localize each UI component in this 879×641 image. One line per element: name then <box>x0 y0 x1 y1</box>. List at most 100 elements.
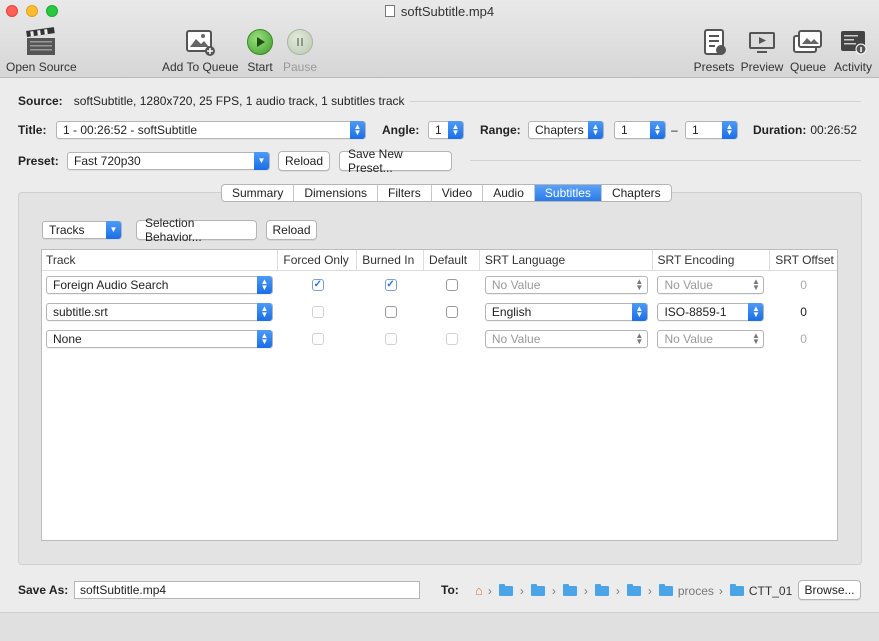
track-popup[interactable]: subtitle.srt ▲ ▼ <box>46 302 273 321</box>
updown-arrows-icon: ▲ ▼ <box>751 330 760 346</box>
updown-arrows-icon: ▲ ▼ <box>257 302 272 321</box>
save-as-label: Save As: <box>18 583 69 597</box>
srt-language-popup[interactable]: English ▲ ▼ <box>484 302 648 321</box>
save-as-field[interactable]: softSubtitle.mp4 <box>74 581 420 599</box>
preview-button[interactable]: Preview <box>740 26 784 74</box>
srt-language-popup[interactable]: No Value ▲ ▼ <box>484 275 648 294</box>
column-header-srt-offset[interactable]: SRT Offset <box>770 250 837 270</box>
table-row[interactable]: subtitle.srt ▲ ▼ English ▲ ▼ ISO-8859-1 ▲ ▼ 0 <box>42 298 837 325</box>
forced-only-checkbox[interactable] <box>311 332 324 345</box>
burned-in-checkbox[interactable]: ✓ <box>384 278 397 291</box>
browse-button[interactable]: Browse... <box>798 580 861 600</box>
column-header-forced-only[interactable]: Forced Only <box>278 250 358 270</box>
angle-label: Angle: <box>382 123 420 137</box>
preset-popup[interactable]: Fast 720p30 ▼ <box>67 152 270 170</box>
burned-in-checkbox[interactable] <box>384 332 397 345</box>
srt-encoding-popup[interactable]: No Value ▲ ▼ <box>657 275 765 294</box>
default-checkbox[interactable] <box>445 332 458 345</box>
source-label: Source: <box>18 94 63 108</box>
queue-icon <box>789 26 827 58</box>
chevron-right-icon: › <box>615 583 620 598</box>
activity-icon <box>831 26 875 58</box>
srt-language-popup[interactable]: No Value ▲ ▼ <box>484 329 648 348</box>
presets-icon <box>693 26 735 58</box>
path-last-label: CTT_01 <box>748 583 793 598</box>
table-row[interactable]: None ▲ ▼ No Value ▲ ▼ No Value ▲ ▼ 0 <box>42 325 837 352</box>
srt-offset-field[interactable]: 0 <box>770 271 837 298</box>
updown-arrows-icon: ▲ ▼ <box>748 302 764 321</box>
chevron-right-icon: › <box>519 583 524 598</box>
updown-arrows-icon: ▲ ▼ <box>722 121 737 139</box>
srt-encoding-popup[interactable]: No Value ▲ ▼ <box>657 329 765 348</box>
column-header-srt-language[interactable]: SRT Language <box>480 250 654 270</box>
folder-icon <box>626 583 641 596</box>
tracks-popup[interactable]: Tracks ▼ <box>42 221 122 239</box>
burned-in-checkbox[interactable] <box>384 305 397 318</box>
chevron-down-icon: ▼ <box>106 221 121 239</box>
duration-label: Duration: <box>753 123 807 137</box>
column-header-default[interactable]: Default <box>424 250 480 270</box>
tab-dimensions[interactable]: Dimensions <box>294 185 379 201</box>
srt-offset-field[interactable]: 0 <box>770 298 837 325</box>
forced-only-checkbox[interactable] <box>311 305 324 318</box>
folder-icon <box>498 583 513 596</box>
updown-arrows-icon: ▲ ▼ <box>350 121 365 139</box>
range-dash: – <box>671 123 678 137</box>
tab-subtitles[interactable]: Subtitles <box>534 185 602 201</box>
activity-button[interactable]: Activity <box>831 26 875 74</box>
subtitles-reload-button[interactable]: Reload <box>266 220 317 240</box>
track-popup[interactable]: Foreign Audio Search ▲ ▼ <box>46 275 273 294</box>
preset-reload-button[interactable]: Reload <box>278 151 330 171</box>
add-to-queue-button[interactable]: Add To Queue <box>162 26 239 74</box>
home-icon: ⌂ <box>475 583 483 598</box>
folder-icon <box>594 583 609 596</box>
default-checkbox[interactable] <box>445 278 458 291</box>
add-to-queue-icon <box>162 26 238 58</box>
range-to-popup[interactable]: 1 ▲ ▼ <box>685 121 738 139</box>
selection-behavior-button[interactable]: Selection Behavior... <box>136 216 257 244</box>
tab-filters[interactable]: Filters <box>378 185 432 201</box>
source-info: softSubtitle, 1280x720, 25 FPS, 1 audio … <box>73 94 405 108</box>
angle-popup[interactable]: 1 ▲ ▼ <box>428 121 464 139</box>
updown-arrows-icon: ▲ ▼ <box>631 302 647 321</box>
forced-only-checkbox[interactable]: ✓ <box>311 278 324 291</box>
folder-icon <box>562 583 577 596</box>
title-popup[interactable]: 1 - 00:26:52 - softSubtitle ▲ ▼ <box>56 121 366 139</box>
pause-button[interactable]: Pause <box>283 26 317 74</box>
srt-encoding-popup[interactable]: ISO-8859-1 ▲ ▼ <box>657 302 765 321</box>
open-source-button[interactable]: Open Source <box>6 26 77 74</box>
queue-button[interactable]: Queue <box>789 26 827 74</box>
presets-button[interactable]: Presets <box>693 26 735 74</box>
tab-video[interactable]: Video <box>432 185 484 201</box>
save-new-preset-button[interactable]: Save New Preset... <box>339 147 452 175</box>
separator <box>470 160 861 161</box>
column-header-track[interactable]: Track <box>42 250 279 270</box>
default-checkbox[interactable] <box>445 305 458 318</box>
srt-offset-field[interactable]: 0 <box>770 325 837 352</box>
title-label: Title: <box>18 123 47 137</box>
title-bar: softSubtitle.mp4 Open Source Add To Queu… <box>0 0 879 78</box>
folder-icon <box>729 583 744 596</box>
window-title: softSubtitle.mp4 <box>0 4 879 19</box>
tab-audio[interactable]: Audio <box>483 185 535 201</box>
separator <box>410 101 861 102</box>
tab-summary[interactable]: Summary <box>222 185 295 201</box>
start-button[interactable]: Start <box>243 26 277 74</box>
column-header-burned-in[interactable]: Burned In <box>357 250 425 270</box>
destination-path[interactable]: ⌂ › › › › › › proces › CTT_01 <box>475 583 792 598</box>
table-header: Track Forced Only Burned In Default SRT … <box>42 250 837 271</box>
updown-arrows-icon: ▲ ▼ <box>588 121 603 139</box>
table-row[interactable]: Foreign Audio Search ▲ ▼ ✓ ✓ No Value ▲ ▼ No… <box>42 271 837 298</box>
column-header-srt-encoding[interactable]: SRT Encoding <box>653 250 771 270</box>
pause-icon <box>287 29 313 55</box>
updown-arrows-icon: ▲ ▼ <box>635 276 644 292</box>
tab-chapters[interactable]: Chapters <box>602 185 671 201</box>
updown-arrows-icon: ▲ ▼ <box>448 121 463 139</box>
status-bar <box>0 612 879 641</box>
track-popup[interactable]: None ▲ ▼ <box>46 329 273 348</box>
preview-icon <box>740 26 784 58</box>
range-mode-popup[interactable]: Chapters ▲ ▼ <box>528 121 604 139</box>
range-from-popup[interactable]: 1 ▲ ▼ <box>614 121 666 139</box>
updown-arrows-icon: ▲ ▼ <box>751 276 760 292</box>
chevron-right-icon: › <box>487 583 492 598</box>
